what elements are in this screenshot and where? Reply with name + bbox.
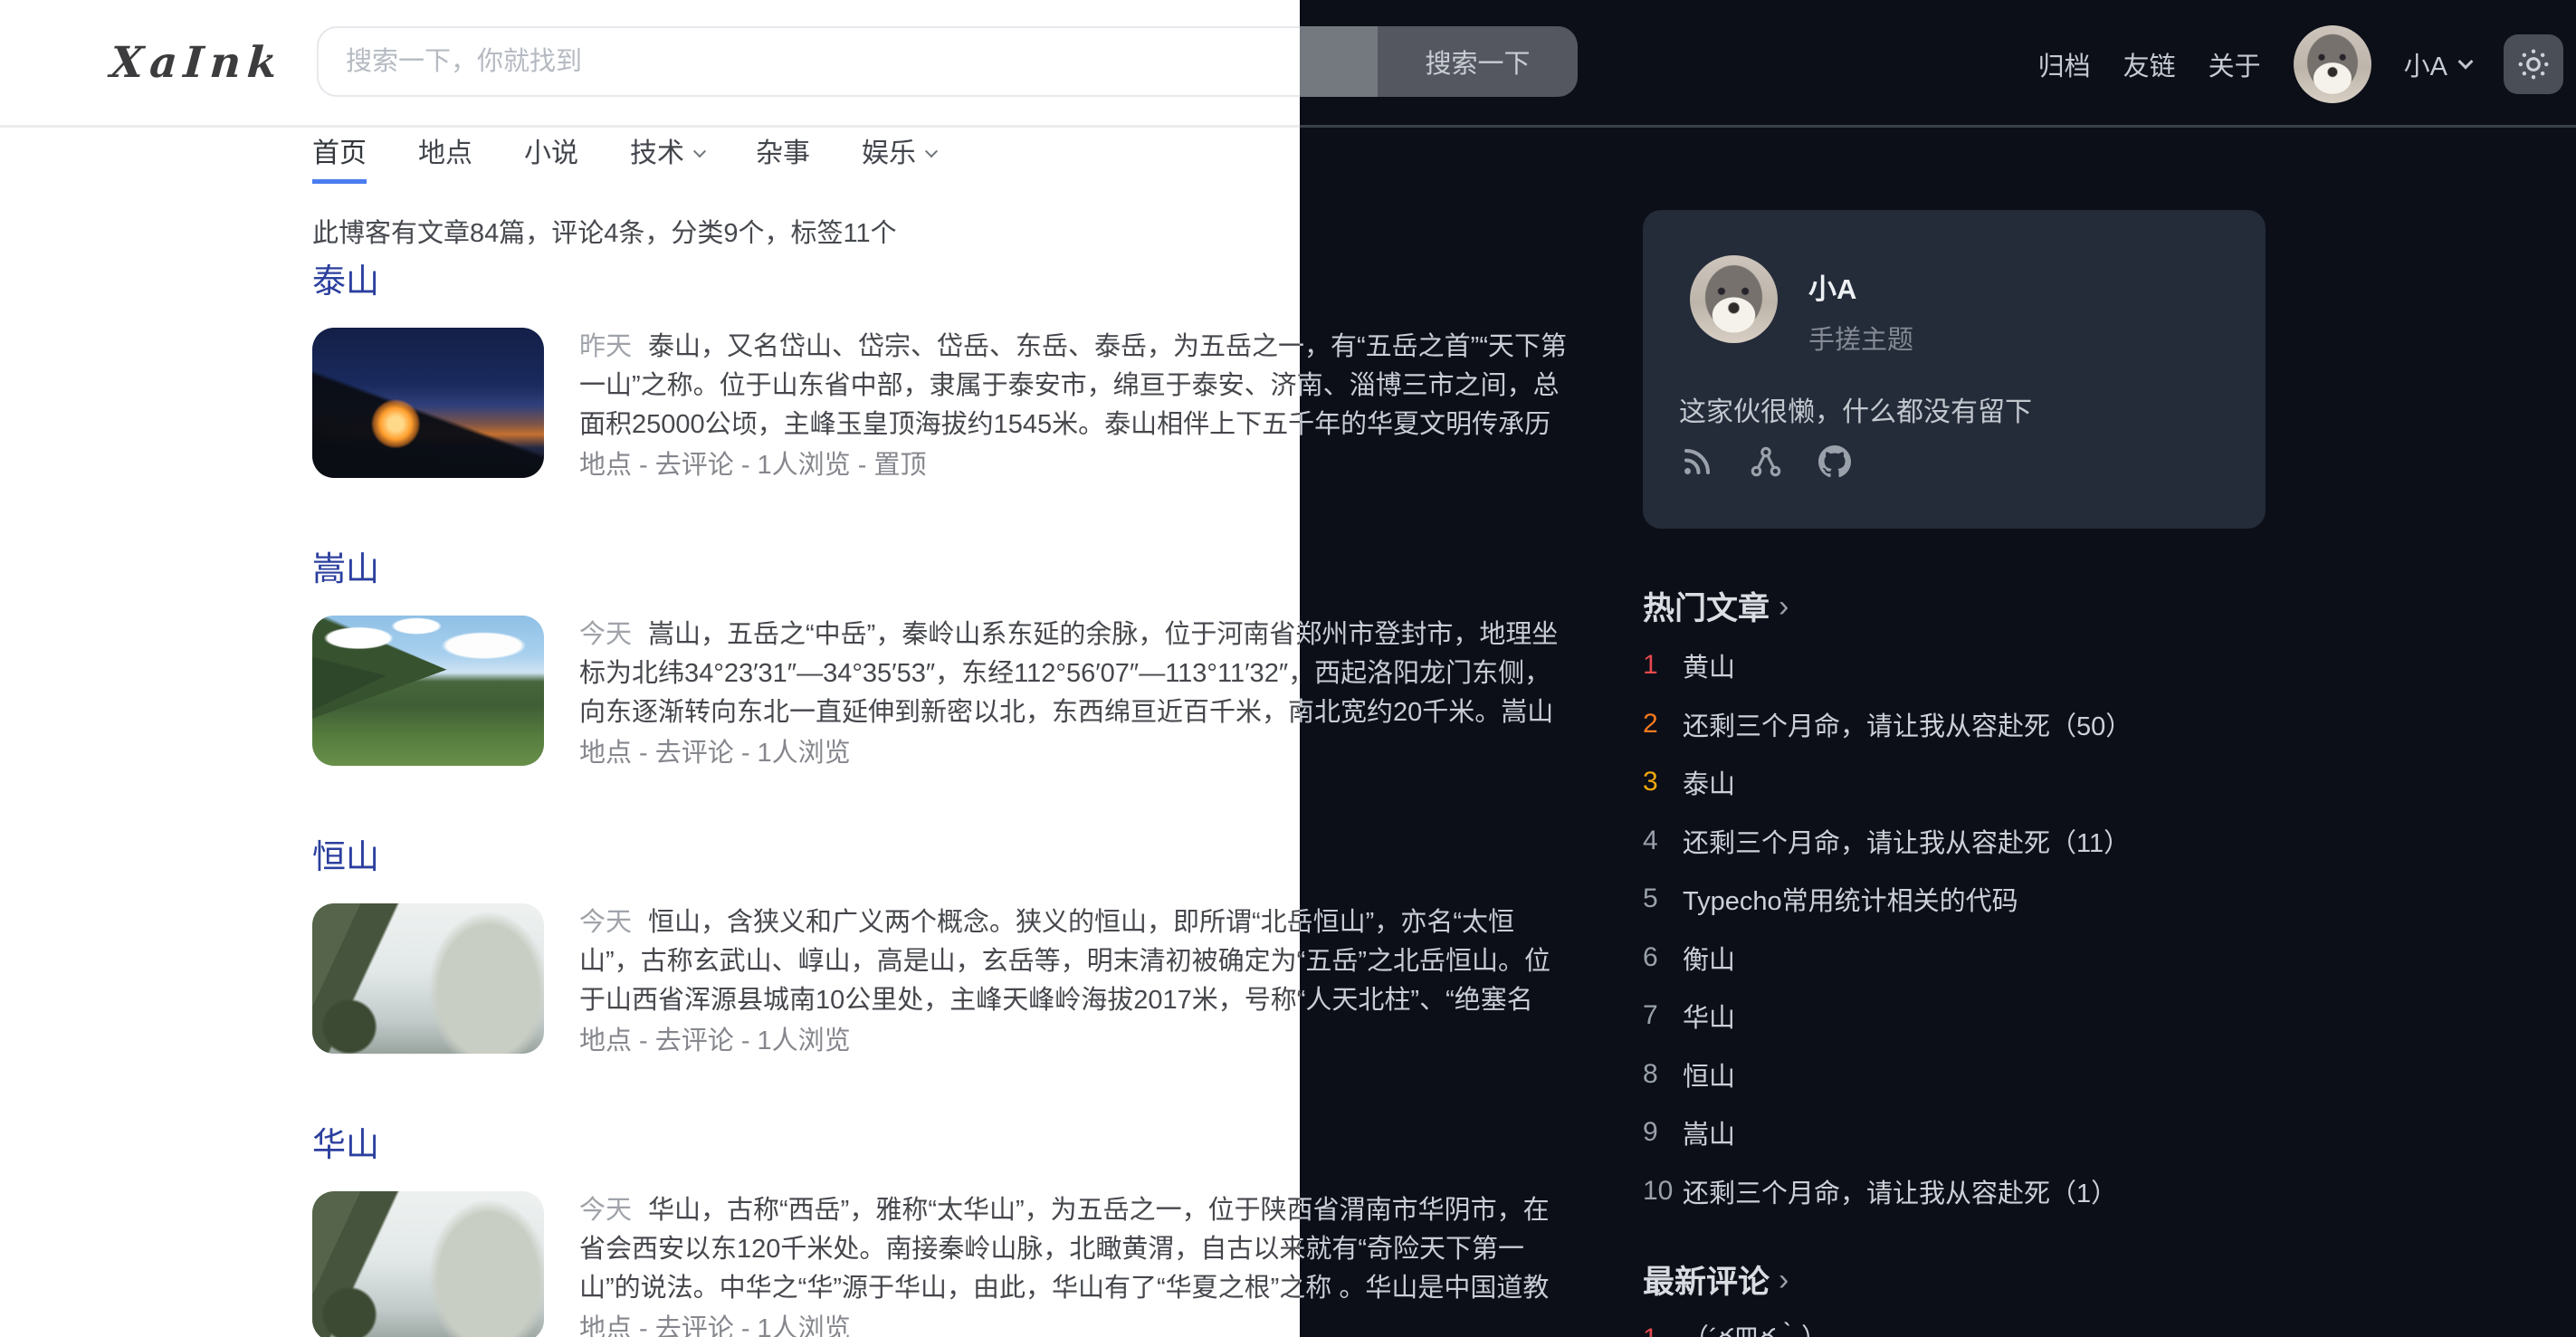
latest-comments-heading[interactable]: 最新评论 › xyxy=(1643,1256,2295,1303)
search-input[interactable] xyxy=(317,26,1378,97)
post-meta[interactable]: 地点 - 去评论 - 1人浏览 - 置顶 xyxy=(1300,446,1570,485)
post-title[interactable]: 嵩山 xyxy=(1300,549,1579,590)
rank-number: 1 xyxy=(1643,1323,1683,1337)
post-date: 今天 xyxy=(579,620,632,649)
hot-article-item[interactable]: 8恒山 xyxy=(1643,1046,2295,1104)
post-date: 今天 xyxy=(579,1196,632,1225)
post-title[interactable]: 泰山 xyxy=(1300,261,1579,302)
sidebar: 小A 手搓主题 这家伙很懒，什么都没有留下 xyxy=(1643,210,2295,1337)
user-avatar[interactable] xyxy=(2294,25,2371,103)
header-nav: 归档 友链 关于 小A xyxy=(2038,0,2563,128)
user-name: 小A xyxy=(2404,45,2447,83)
comment-item[interactable]: 1（´ఠ皿ఠ｀） xyxy=(1643,1310,2295,1337)
post-item-songshan: 嵩山 今天嵩山，五岳之“中岳”，秦岭山系东延的余脉，位于河南省郑州市登封市，地理… xyxy=(1300,549,1579,773)
post-meta[interactable]: 地点 - 去评论 - 1人浏览 xyxy=(1300,1310,1570,1337)
chevron-right-icon: › xyxy=(1779,1265,1789,1295)
hot-article-item[interactable]: 9嵩山 xyxy=(1643,1103,2295,1162)
rank-number: 6 xyxy=(1643,942,1683,973)
hot-article-item[interactable]: 4还剩三个月命，请让我从容赴死（11） xyxy=(1643,812,2295,871)
theme-toggle-button[interactable] xyxy=(2504,34,2563,94)
chevron-down-icon xyxy=(693,145,706,158)
hot-article-item[interactable]: 6衡山 xyxy=(1643,929,2295,988)
blog-stats: 此博客有文章84篇，评论4条，分类9个，标签11个 xyxy=(312,212,897,250)
rank-number: 3 xyxy=(1643,767,1683,797)
tab-places[interactable]: 地点 xyxy=(418,138,472,184)
search-button[interactable]: 搜索一下 xyxy=(1378,26,1578,97)
post-thumbnail[interactable] xyxy=(312,903,544,1054)
dark-theme-overlay: XaInk 搜索一下 归档 友链 关于 小A xyxy=(1300,0,2576,1337)
profile-subtitle: 手搓主题 xyxy=(1808,319,1913,357)
main-tabs: 首页 地点 小说 技术 杂事 娱乐 xyxy=(312,138,936,184)
post-excerpt: 昨天泰山，又名岱山、岱宗、岱岳、东岳、泰岳，为五岳之一，有“五岳之首”“天下第一… xyxy=(1300,328,1570,445)
site-header: XaInk 搜索一下 归档 友链 关于 小A xyxy=(1300,0,2576,128)
post-list: 泰山 昨天泰山，又名岱山、岱宗、岱岳、东岳、泰岳，为五岳之一，有“五岳之首”“天… xyxy=(1300,261,1579,1337)
post-thumbnail[interactable] xyxy=(312,1191,544,1337)
hot-article-item[interactable]: 7华山 xyxy=(1643,987,2295,1046)
hot-article-item[interactable]: 2还剩三个月命，请让我从容赴死（50） xyxy=(1643,695,2295,754)
hot-articles-list: 1黄山 2还剩三个月命，请让我从容赴死（50） 3泰山 4还剩三个月命，请让我从… xyxy=(1643,636,2295,1220)
chevron-down-icon xyxy=(925,145,938,158)
hot-article-item[interactable]: 1黄山 xyxy=(1643,636,2295,695)
hot-article-item[interactable]: 10还剩三个月命，请让我从容赴死（1） xyxy=(1643,1162,2295,1221)
post-title[interactable]: 恒山 xyxy=(1300,836,1579,878)
nav-link-archive[interactable]: 归档 xyxy=(2038,45,2091,83)
chevron-down-icon xyxy=(2458,53,2474,69)
post-date: 昨天 xyxy=(579,332,632,361)
chevron-right-icon: › xyxy=(1779,591,1789,622)
post-excerpt: 今天恒山，含狭义和广义两个概念。狭义的恒山，即所谓“北岳恒山”，亦名“太恒山”，… xyxy=(1300,903,1570,1021)
latest-comments-list: 1（´ఠ皿ఠ｀） xyxy=(1643,1310,2295,1337)
tab-tech[interactable]: 技术 xyxy=(630,138,704,184)
rank-number: 2 xyxy=(1643,709,1683,740)
profile-name: 小A xyxy=(1808,266,1856,307)
hot-article-item[interactable]: 5Typecho常用统计相关的代码 xyxy=(1643,870,2295,929)
profile-bio: 这家伙很懒，什么都没有留下 xyxy=(1679,389,2032,429)
tab-misc[interactable]: 杂事 xyxy=(756,138,810,184)
rank-number: 5 xyxy=(1643,883,1683,914)
rank-number: 8 xyxy=(1643,1059,1683,1090)
post-item-huashan: 华山 今天华山，古称“西岳”，雅称“太华山”，为五岳之一，位于陕西省渭南市华阴市… xyxy=(1300,1124,1579,1337)
rank-number: 7 xyxy=(1643,1000,1683,1031)
post-item-taishan: 泰山 昨天泰山，又名岱山、岱宗、岱岳、东岳、泰岳，为五岳之一，有“五岳之首”“天… xyxy=(1300,261,1579,485)
rank-number: 9 xyxy=(1643,1117,1683,1148)
profile-card: 小A 手搓主题 这家伙很懒，什么都没有留下 xyxy=(1643,210,2266,529)
post-meta[interactable]: 地点 - 去评论 - 1人浏览 xyxy=(1300,734,1570,773)
tab-home[interactable]: 首页 xyxy=(312,138,367,184)
site-logo[interactable]: XaInk xyxy=(109,38,285,88)
hot-articles-heading[interactable]: 热门文章 › xyxy=(1643,583,2295,629)
search-input[interactable] xyxy=(1300,26,1378,97)
post-meta[interactable]: 地点 - 去评论 - 1人浏览 xyxy=(1300,1022,1570,1061)
user-menu[interactable]: 小A xyxy=(2404,45,2471,83)
profile-avatar[interactable] xyxy=(1690,255,1778,343)
sun-icon xyxy=(2516,47,2551,81)
share-icon[interactable] xyxy=(1748,444,1784,480)
post-date: 今天 xyxy=(579,908,632,937)
search-bar: 搜索一下 xyxy=(1300,26,1578,97)
tab-fun[interactable]: 娱乐 xyxy=(862,138,936,184)
tab-novels[interactable]: 小说 xyxy=(524,138,578,184)
profile-social-icons xyxy=(1679,444,1853,480)
rss-icon[interactable] xyxy=(1679,444,1715,480)
post-excerpt: 今天华山，古称“西岳”，雅称“太华山”，为五岳之一，位于陕西省渭南市华阴市，在省… xyxy=(1300,1191,1570,1309)
rank-number: 10 xyxy=(1643,1176,1683,1207)
post-thumbnail[interactable] xyxy=(312,616,544,766)
rank-number: 1 xyxy=(1643,650,1683,681)
nav-link-friends[interactable]: 友链 xyxy=(2123,45,2176,83)
post-thumbnail[interactable] xyxy=(312,328,544,478)
post-title[interactable]: 华山 xyxy=(1300,1124,1579,1166)
rank-number: 4 xyxy=(1643,826,1683,856)
post-item-hengshan: 恒山 今天恒山，含狭义和广义两个概念。狭义的恒山，即所谓“北岳恒山”，亦名“太恒… xyxy=(1300,836,1579,1061)
post-excerpt: 今天嵩山，五岳之“中岳”，秦岭山系东延的余脉，位于河南省郑州市登封市，地理坐标为… xyxy=(1300,616,1570,733)
hot-article-item[interactable]: 3泰山 xyxy=(1643,753,2295,812)
github-icon[interactable] xyxy=(1817,444,1853,480)
nav-link-about[interactable]: 关于 xyxy=(2209,45,2261,83)
